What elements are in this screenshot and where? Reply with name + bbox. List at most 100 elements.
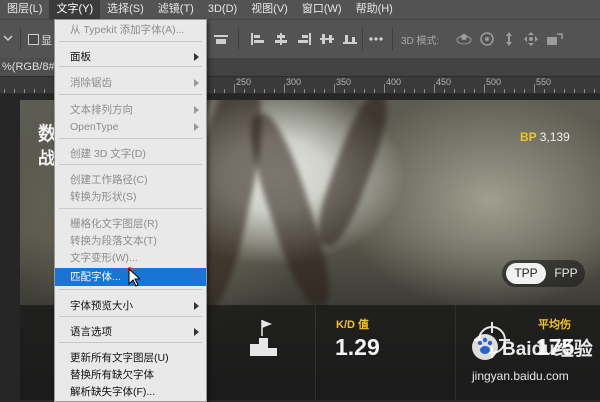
submenu-arrow-icon [194,106,199,114]
ruler-major-tick [434,84,435,93]
menu-view[interactable]: 视图(V) [244,0,295,19]
menu-item: 消除锯齿 [55,74,206,92]
ruler-minor-tick [324,89,325,93]
ruler-minor-tick [34,89,35,93]
menu-item[interactable]: 语言选项 [55,323,206,341]
fpp-option[interactable]: FPP [550,263,582,284]
ruler-label: 300 [286,77,302,87]
damage-label: 平均伤 [538,319,571,331]
menu-item-label: 匹配字体... [70,271,121,283]
baidu-paw-icon [472,334,498,360]
menu-item[interactable]: 面板 [55,48,206,66]
ruler-label: 400 [386,77,402,87]
ruler-major-tick [484,84,485,93]
ruler-minor-tick [574,89,575,93]
ruler-label: 250 [236,77,252,87]
show-transform-checkbox[interactable] [28,34,39,45]
menu-item: 转换为形状(S) [55,188,206,206]
ruler-minor-tick [404,89,405,93]
submenu-arrow-icon [194,79,199,87]
orbit-3d-icon[interactable] [455,31,473,47]
ruler-minor-tick [414,89,415,93]
drag-3d-icon[interactable] [501,31,517,47]
menu-item-label: 面板 [70,51,91,63]
mouse-cursor-icon [127,267,140,287]
ruler-label: 450 [436,77,452,87]
ruler-minor-tick [514,89,515,93]
ruler-minor-tick [274,89,275,93]
watermark-url: jingyan.baidu.com [472,369,569,383]
menu-item-label: 字体预览大小 [70,300,133,312]
ruler-label: 350 [336,77,352,87]
ruler-major-tick [384,84,385,93]
menu-item: 转换为段落文本(T) [55,232,206,250]
ruler-minor-tick [494,89,495,93]
menu-item[interactable]: 更新所有文字图层(U) [55,349,206,367]
ruler-minor-tick [354,89,355,93]
ruler-minor-tick [504,89,505,93]
watermark-brand: Baidu经验 [502,339,593,360]
distribute-vertical-icon[interactable] [342,32,358,46]
bp-label: BP [520,130,537,144]
tpp-option[interactable]: TPP [506,263,546,284]
more-options-icon[interactable] [368,36,384,42]
menu-layer[interactable]: 图层(L) [0,0,49,19]
ruler-minor-tick [14,89,15,93]
ruler-minor-tick [594,89,595,93]
menu-separator [59,164,202,165]
scale-3d-icon[interactable] [545,31,563,47]
menu-help[interactable]: 帮助(H) [349,0,400,19]
rank-podium-icon [250,320,277,356]
menu-item-label: 转换为形状(S) [70,191,137,203]
menu-item: OpenType [55,118,206,136]
ruler-minor-tick [294,89,295,93]
menu-bar: 图层(L) 文字(Y) 选择(S) 滤镜(T) 3D(D) 视图(V) 窗口(W… [0,0,600,19]
ruler-label: 500 [486,77,502,87]
menu-item: 栅格化文字图层(R) [55,215,206,233]
menu-item-label: 解析缺失字体(F)... [70,386,156,398]
view-toggle[interactable]: TPP FPP [502,260,585,287]
menu-type[interactable]: 文字(Y) [49,0,101,19]
ruler-minor-tick [444,89,445,93]
ruler-minor-tick [224,89,225,93]
ruler-minor-tick [314,89,315,93]
slide-3d-icon[interactable] [523,31,539,47]
submenu-arrow-icon [194,123,199,131]
submenu-arrow-icon [194,53,199,61]
menu-separator [59,316,202,317]
ruler-minor-tick [344,89,345,93]
menu-3d[interactable]: 3D(D) [201,0,244,19]
distribute-icon[interactable] [319,32,335,46]
checkbox-label: 显 [41,35,52,47]
ruler-major-tick [534,84,535,93]
menu-item[interactable]: 字体预览大小 [55,297,206,315]
menu-item-label: 栅格化文字图层(R) [70,218,159,230]
ruler-minor-tick [304,89,305,93]
ruler-minor-tick [524,89,525,93]
menu-item-label: OpenType [70,121,119,133]
menu-window[interactable]: 窗口(W) [295,0,349,19]
align-center-icon[interactable] [273,32,289,46]
ruler-minor-tick [544,89,545,93]
align-left-icon[interactable] [250,32,266,46]
align-right-icon[interactable] [296,32,312,46]
ruler-minor-tick [264,89,265,93]
menu-filter[interactable]: 滤镜(T) [151,0,201,19]
ruler-minor-tick [254,89,255,93]
menu-item[interactable]: 替换所有缺欠字体 [55,366,206,384]
ruler-minor-tick [4,89,5,93]
menu-item: 文本排列方向 [55,101,206,119]
ruler-minor-tick [564,89,565,93]
ruler-major-tick [334,84,335,93]
bp-counter: BP 3,139 [520,130,570,144]
menu-item[interactable]: 解析缺失字体(F)... [55,383,206,401]
menu-item-label: 从 Typekit 添加字体(A)... [70,24,185,36]
roll-3d-icon[interactable] [479,31,495,47]
menu-item: 创建工作路径(C) [55,171,206,189]
kd-label: K/D 值 [336,319,369,331]
tool-preset-chevron-icon[interactable] [2,32,14,44]
ruler-label: 550 [536,77,552,87]
align-edges-icon[interactable] [213,32,229,46]
ruler-minor-tick [214,89,215,93]
menu-select[interactable]: 选择(S) [100,0,151,19]
